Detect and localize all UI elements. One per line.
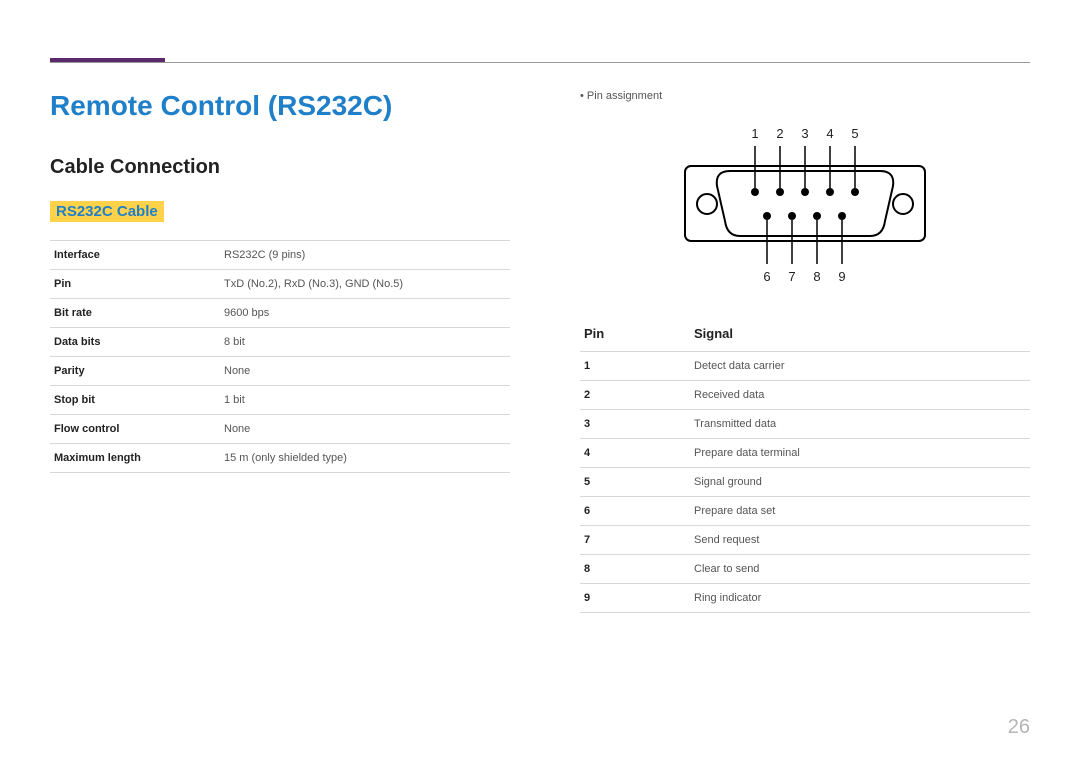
pin-dot (851, 188, 859, 196)
spec-key: Maximum length (50, 444, 220, 473)
pin-dot (826, 188, 834, 196)
spec-value: 9600 bps (220, 299, 510, 328)
pin-label-bottom: 8 (813, 269, 820, 284)
pin-labels-bottom: 6 7 8 9 (763, 269, 845, 284)
section-heading: Cable Connection (50, 156, 510, 179)
table-row: InterfaceRS232C (9 pins) (50, 241, 510, 270)
table-row: 2Received data (580, 381, 1030, 410)
pin-label-top: 2 (776, 126, 783, 141)
right-column: Pin assignment 12345 6789 Pin (580, 90, 1030, 613)
pin-number: 9 (580, 584, 690, 613)
pin-labels-top: 1 2 3 4 5 (751, 126, 858, 141)
pin-dot (763, 212, 771, 220)
db9-connector-svg: 1 2 3 4 5 6 7 8 9 (675, 116, 935, 296)
pin-signal: Detect data carrier (690, 352, 1030, 381)
table-row: Flow controlNone (50, 415, 510, 444)
signal-header: Signal (690, 316, 1030, 352)
pin-signal-table: Pin Signal 1Detect data carrier2Received… (580, 316, 1030, 613)
pin-signal: Prepare data set (690, 497, 1030, 526)
left-column: Remote Control (RS232C) Cable Connection… (50, 90, 510, 613)
pin-dot (788, 212, 796, 220)
pin-signal: Prepare data terminal (690, 439, 1030, 468)
pin-number: 2 (580, 381, 690, 410)
page-number: 26 (1008, 716, 1030, 739)
table-row: 3Transmitted data (580, 410, 1030, 439)
screw-left (697, 194, 717, 214)
table-row: ParityNone (50, 357, 510, 386)
pin-label-top: 5 (851, 126, 858, 141)
pin-signal: Received data (690, 381, 1030, 410)
header-divider (50, 62, 1030, 63)
pin-number: 5 (580, 468, 690, 497)
pin-signal: Signal ground (690, 468, 1030, 497)
pin-assignment-bullet: Pin assignment (580, 90, 1030, 102)
spec-value: None (220, 415, 510, 444)
pin-number: 6 (580, 497, 690, 526)
table-row: PinTxD (No.2), RxD (No.3), GND (No.5) (50, 270, 510, 299)
spec-value: 15 m (only shielded type) (220, 444, 510, 473)
table-row: Bit rate9600 bps (50, 299, 510, 328)
pin-dot (751, 188, 759, 196)
table-row: Data bits8 bit (50, 328, 510, 357)
pin-number: 3 (580, 410, 690, 439)
pin-signal: Ring indicator (690, 584, 1030, 613)
spec-value: 8 bit (220, 328, 510, 357)
table-row: Maximum length15 m (only shielded type) (50, 444, 510, 473)
pin-number: 7 (580, 526, 690, 555)
spec-value: TxD (No.2), RxD (No.3), GND (No.5) (220, 270, 510, 299)
pin-label-bottom: 7 (788, 269, 795, 284)
pin-label-bottom: 6 (763, 269, 770, 284)
spec-value: 1 bit (220, 386, 510, 415)
pin-header: Pin (580, 316, 690, 352)
spec-key: Stop bit (50, 386, 220, 415)
pin-number: 8 (580, 555, 690, 584)
pin-label-bottom: 9 (838, 269, 845, 284)
pin-dot (838, 212, 846, 220)
table-row: 8Clear to send (580, 555, 1030, 584)
table-row: 4Prepare data terminal (580, 439, 1030, 468)
spec-key: Flow control (50, 415, 220, 444)
table-row: 7Send request (580, 526, 1030, 555)
pin-number: 1 (580, 352, 690, 381)
subsection-label: RS232C Cable (50, 201, 164, 222)
pin-label-top: 1 (751, 126, 758, 141)
spec-key: Pin (50, 270, 220, 299)
pin-label-top: 3 (801, 126, 808, 141)
table-row: Stop bit1 bit (50, 386, 510, 415)
spec-table: InterfaceRS232C (9 pins)PinTxD (No.2), R… (50, 240, 510, 473)
pin-signal: Clear to send (690, 555, 1030, 584)
spec-key: Interface (50, 241, 220, 270)
screw-right (893, 194, 913, 214)
connector-diagram: 1 2 3 4 5 6 7 8 9 (580, 116, 1030, 296)
content-columns: Remote Control (RS232C) Cable Connection… (50, 0, 1030, 613)
pin-dot (776, 188, 784, 196)
table-row: 6Prepare data set (580, 497, 1030, 526)
table-row: 9Ring indicator (580, 584, 1030, 613)
table-row: 1Detect data carrier (580, 352, 1030, 381)
page-title: Remote Control (RS232C) (50, 90, 510, 122)
spec-value: None (220, 357, 510, 386)
pin-dot (813, 212, 821, 220)
pin-label-top: 4 (826, 126, 833, 141)
pin-signal: Send request (690, 526, 1030, 555)
spec-key: Data bits (50, 328, 220, 357)
spec-key: Bit rate (50, 299, 220, 328)
pin-number: 4 (580, 439, 690, 468)
spec-value: RS232C (9 pins) (220, 241, 510, 270)
pin-dot (801, 188, 809, 196)
pin-signal: Transmitted data (690, 410, 1030, 439)
spec-key: Parity (50, 357, 220, 386)
table-row: 5Signal ground (580, 468, 1030, 497)
